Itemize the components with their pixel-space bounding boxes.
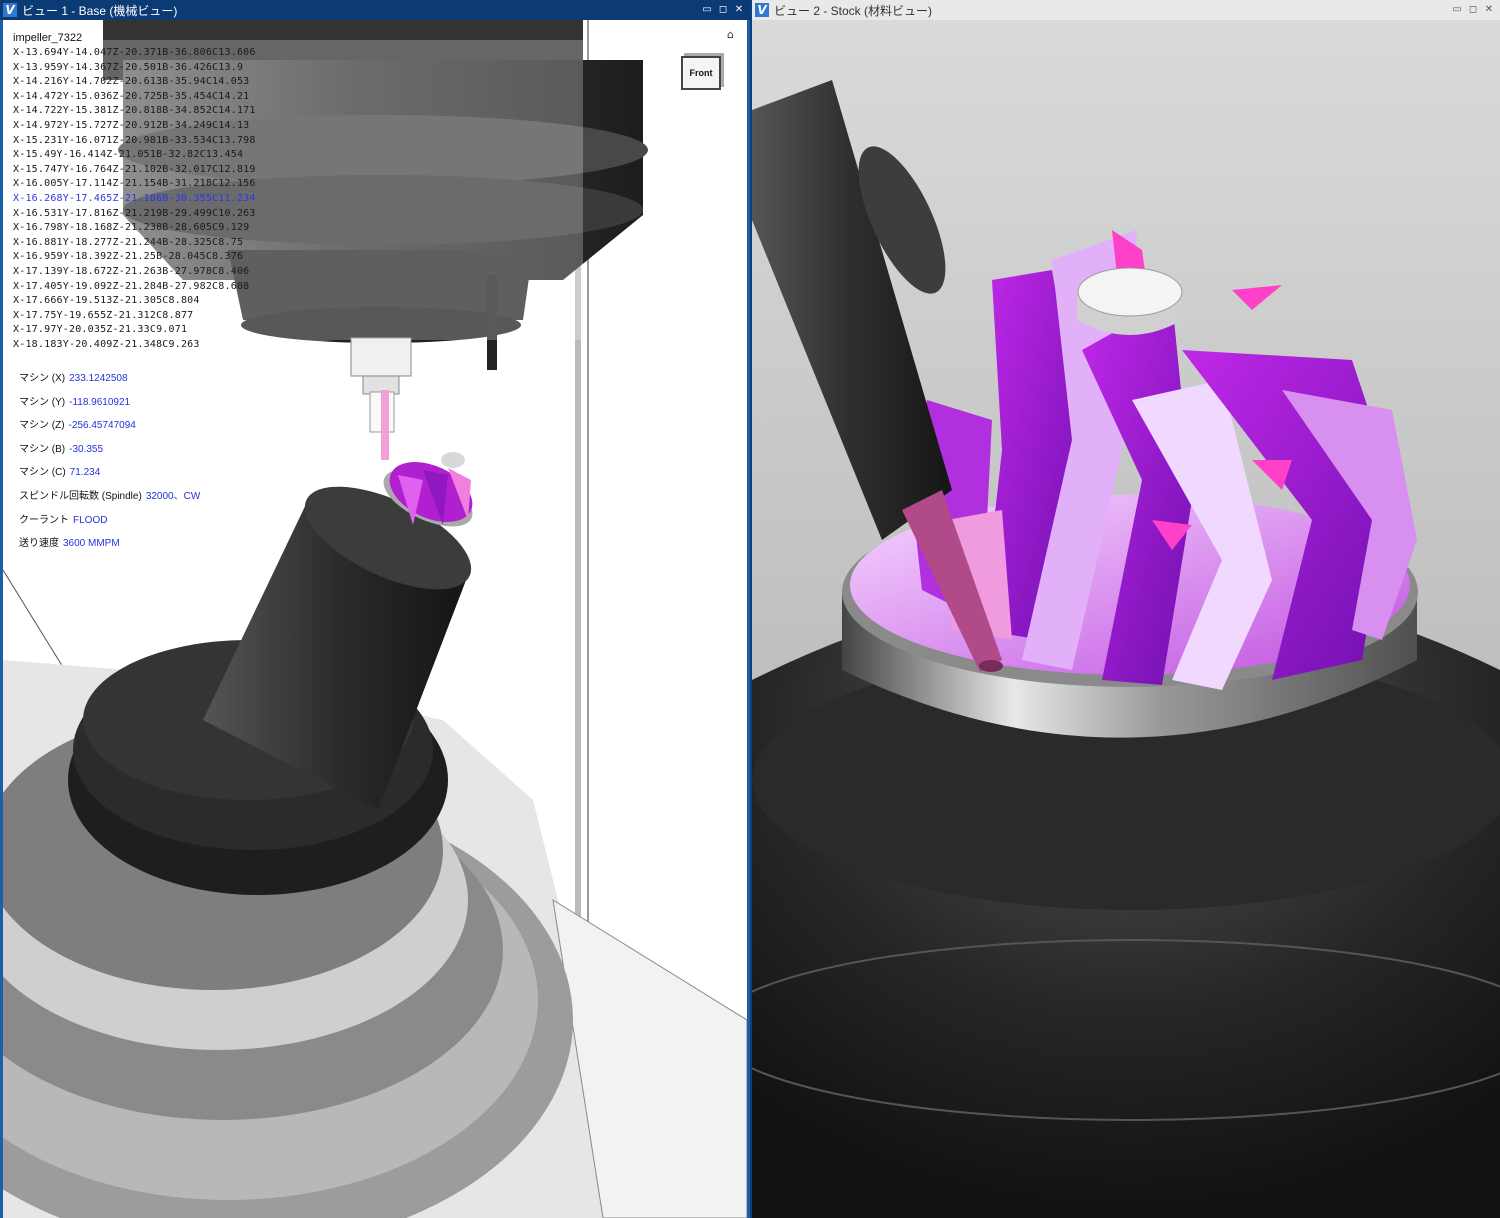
readout-label: クーラント — [19, 514, 69, 526]
gcode-line: X-14.472Y-15.036Z-20.725B-35.454C14.21 — [13, 90, 250, 102]
gcode-line: X-16.959Y-18.392Z-21.25B-28.045C8.376 — [13, 251, 244, 263]
gcode-line: X-17.75Y-19.655Z-21.312C8.877 — [13, 309, 194, 321]
view2-title: ビュー 2 - Stock (材料ビュー) — [774, 3, 933, 18]
readout-row: マシン (B) -30.355 — [19, 440, 200, 464]
maximize-icon[interactable]: ◻ — [1466, 3, 1480, 17]
view2-titlebar[interactable]: V ビュー 2 - Stock (材料ビュー) ▭ ◻ ✕ — [752, 0, 1500, 20]
home-icon[interactable]: ⌂ — [727, 28, 734, 41]
gcode-line: X-17.405Y-19.092Z-21.284B-27.982C8.608 — [13, 280, 250, 292]
gcode-line: X-17.666Y-19.513Z-21.305C8.804 — [13, 295, 200, 307]
app-logo-icon: V — [3, 3, 17, 17]
readout-value: -30.355 — [69, 443, 104, 455]
readout-row: 送り速度 3600 MMPM — [19, 534, 200, 558]
readout-value: 32000、CW — [145, 490, 201, 502]
view1-titlebar[interactable]: V ビュー 1 - Base (機械ビュー) ▭ ◻ ✕ — [0, 0, 750, 20]
readout-value: 233.1242508 — [69, 373, 128, 384]
gcode-line: X-14.722Y-15.381Z-20.818B-34.852C14.171 — [13, 105, 256, 117]
readout-label: スピンドル回転数 (Spindle) — [19, 490, 142, 502]
readout-value: -118.9610921 — [69, 396, 131, 408]
readout-row: マシン (X) 233.1242508 — [19, 369, 200, 393]
gcode-line: X-16.005Y-17.114Z-21.154B-31.218C12.156 — [13, 178, 256, 190]
gcode-line: X-16.531Y-17.816Z-21.219B-29.499C10.263 — [13, 207, 256, 219]
gcode-overlay: impeller_7322 X-13.694Y-14.047Z-20.371B-… — [13, 32, 256, 352]
readout-row: マシン (Y) -118.9610921 — [19, 393, 200, 417]
gcode-line: X-14.972Y-15.727Z-20.912B-34.249C14.13 — [13, 119, 250, 131]
readout-label: マシン (C) — [19, 467, 66, 479]
gcode-line: X-16.798Y-18.168Z-21.238B-28.605C9.129 — [13, 222, 250, 234]
close-icon[interactable]: ✕ — [1482, 3, 1496, 17]
minimize-icon[interactable]: ▭ — [1450, 3, 1464, 17]
readout-label: マシン (Y) — [19, 396, 66, 408]
machine-view-canvas[interactable]: impeller_7322 X-13.694Y-14.047Z-20.371B-… — [0, 20, 750, 1218]
readout-label: マシン (B) — [19, 443, 66, 455]
gcode-line-active: X-16.268Y-17.465Z-21.186B-30.355C11.234 — [13, 192, 256, 204]
view-cube-front-face[interactable]: Front — [681, 56, 721, 90]
readout-row: マシン (C) 71.234 — [19, 463, 200, 487]
gcode-line: X-15.49Y-16.414Z-21.051B-32.82C13.454 — [13, 149, 244, 161]
close-icon[interactable]: ✕ — [732, 3, 746, 17]
readout-value: 71.234 — [69, 467, 101, 479]
readout-value: 3600 MMPM — [63, 538, 120, 550]
readout-row: クーラント FLOOD — [19, 511, 200, 535]
gcode-line: X-16.881Y-18.277Z-21.244B-28.325C8.75 — [13, 236, 244, 248]
gcode-line: X-17.139Y-18.672Z-21.263B-27.978C8.406 — [13, 265, 250, 277]
stock-3d-scene — [752, 20, 1500, 1218]
readout-value: -256.45747094 — [68, 420, 136, 432]
program-name: impeller_7322 — [13, 32, 83, 44]
minimize-icon[interactable]: ▭ — [700, 3, 714, 17]
gcode-line: X-14.216Y-14.702Z-20.613B-35.94C14.053 — [13, 76, 250, 88]
gcode-line: X-17.97Y-20.035Z-21.33C9.071 — [13, 324, 188, 336]
gcode-line: X-15.231Y-16.071Z-20.981B-33.534C13.798 — [13, 134, 256, 146]
gcode-line: X-15.747Y-16.764Z-21.102B-32.017C12.819 — [13, 163, 256, 175]
readout-value: FLOOD — [73, 514, 108, 526]
readout-label: マシン (Z) — [19, 420, 65, 432]
readout-row: マシン (Z) -256.45747094 — [19, 416, 200, 440]
stock-view-canvas[interactable] — [752, 20, 1500, 1218]
gcode-line: X-13.959Y-14.367Z-20.501B-36.426C13.9 — [13, 61, 244, 73]
readout-label: マシン (X) — [19, 373, 66, 384]
maximize-icon[interactable]: ◻ — [716, 3, 730, 17]
machine-readouts: マシン (X) 233.1242508 マシン (Y) -118.9610921 マシン… — [19, 369, 200, 558]
view-cube[interactable]: Front — [678, 50, 724, 90]
readout-label: 送り速度 — [19, 538, 59, 550]
view1-window[interactable]: V ビュー 1 - Base (機械ビュー) ▭ ◻ ✕ impeller_73… — [0, 0, 750, 1218]
gcode-line: X-18.183Y-20.409Z-21.348C9.263 — [13, 338, 200, 350]
app-logo-icon: V — [755, 3, 769, 17]
view2-window[interactable]: V ビュー 2 - Stock (材料ビュー) ▭ ◻ ✕ — [752, 0, 1500, 1218]
gcode-line: X-13.694Y-14.047Z-20.371B-36.806C13.606 — [13, 47, 256, 58]
readout-row: スピンドル回転数 (Spindle) 32000、CW — [19, 487, 200, 511]
view1-title: ビュー 1 - Base (機械ビュー) — [22, 3, 178, 18]
gcode-list: X-13.694Y-14.047Z-20.371B-36.806C13.606 X… — [13, 46, 256, 352]
